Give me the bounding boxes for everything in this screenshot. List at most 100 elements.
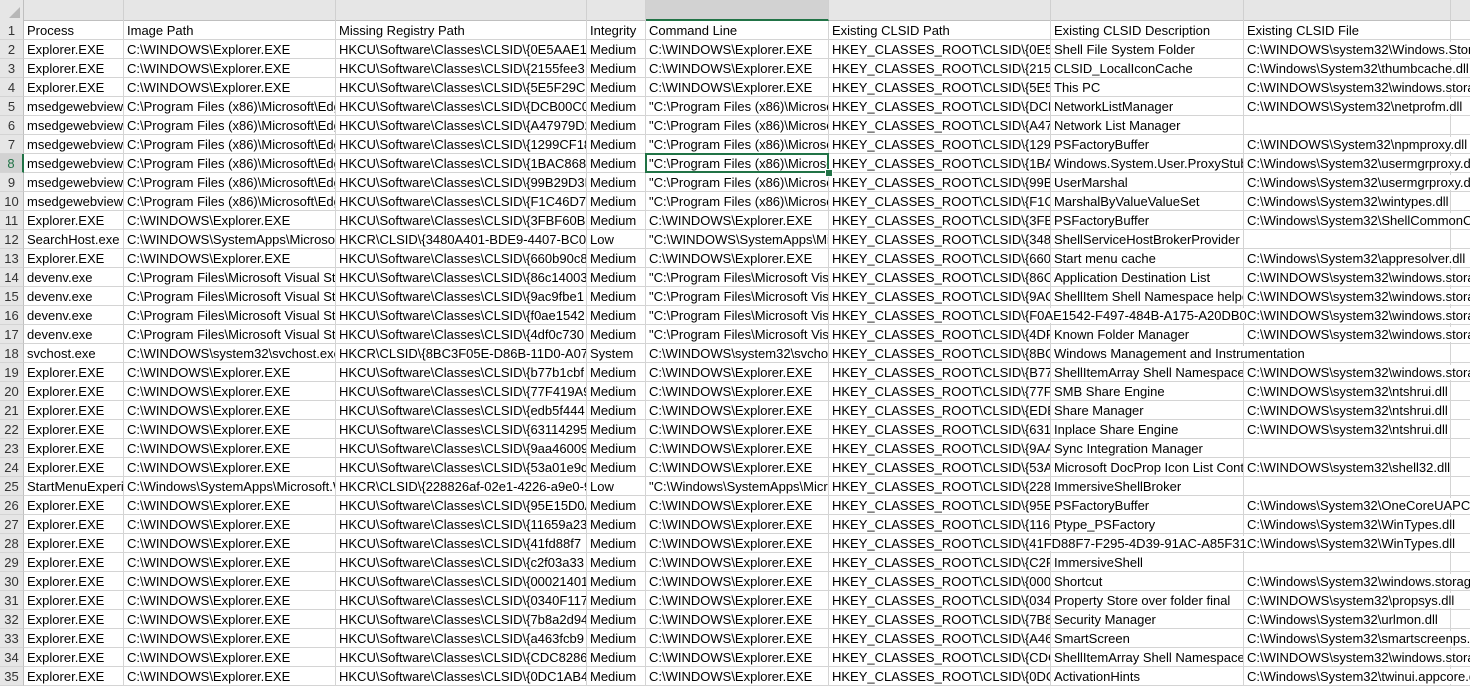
table-cell[interactable]: Explorer.EXE (24, 40, 124, 59)
table-cell[interactable] (1451, 610, 1470, 629)
table-cell[interactable]: C:\Program Files (x86)\Microsoft\EdgeWeb… (124, 154, 336, 173)
column-header-g[interactable] (1051, 0, 1244, 21)
table-cell[interactable]: C:\WINDOWS\System32\npmproxy.dll (1244, 135, 1468, 154)
table-cell[interactable]: HKCU\Software\Classes\CLSID\{9aa46009 (336, 439, 587, 458)
table-cell[interactable]: Explorer.EXE (24, 382, 124, 401)
table-cell[interactable]: Low (587, 230, 646, 249)
table-cell[interactable]: C:\Windows\System32\WinTypes.dll (1244, 515, 1456, 534)
table-cell[interactable]: C:\WINDOWS\Explorer.EXE (124, 40, 336, 59)
table-cell[interactable] (1451, 192, 1470, 211)
table-cell[interactable]: HKCU\Software\Classes\CLSID\{7b8a2d94 (336, 610, 587, 629)
table-cell[interactable]: C:\WINDOWS\Explorer.EXE (646, 401, 829, 420)
table-cell[interactable]: HKCU\Software\Classes\CLSID\{CDC82860 (336, 648, 587, 667)
table-cell[interactable]: C:\WINDOWS\Explorer.EXE (646, 515, 829, 534)
table-cell[interactable]: "C:\Program Files\Microsoft Visual (646, 287, 829, 306)
table-cell[interactable]: devenv.exe (24, 287, 124, 306)
table-cell[interactable]: Sync Integration Manager (1051, 439, 1244, 458)
column-header[interactable] (1451, 0, 1470, 21)
table-cell[interactable]: HKCR\CLSID\{8BC3F05E-D86B-11D0-A075- (336, 344, 587, 363)
table-cell[interactable]: Medium (587, 420, 646, 439)
table-cell[interactable]: C:\WINDOWS\system32\svchost.exe (646, 344, 829, 363)
table-cell[interactable]: C:\WINDOWS\system32\windows.storage.dll (1244, 648, 1470, 667)
table-cell[interactable] (1451, 382, 1470, 401)
table-cell[interactable]: Network List Manager (1051, 116, 1244, 135)
table-cell[interactable]: HKCU\Software\Classes\CLSID\{2155fee3 (336, 59, 587, 78)
table-cell[interactable]: ShellServiceHostBrokerProvider (1051, 230, 1244, 249)
table-cell[interactable]: "C:\Program Files (x86)\Microsoft (646, 97, 829, 116)
column-header-c[interactable] (336, 0, 587, 21)
header-cell[interactable]: Integrity (587, 21, 646, 40)
table-cell[interactable]: C:\WINDOWS\system32\ntshrui.dll (1244, 401, 1451, 420)
table-cell[interactable]: Medium (587, 572, 646, 591)
header-cell[interactable] (1451, 21, 1470, 40)
table-cell[interactable]: C:\WINDOWS\Explorer.EXE (124, 439, 336, 458)
table-cell[interactable]: C:\WINDOWS\Explorer.EXE (124, 610, 336, 629)
table-cell[interactable]: Medium (587, 401, 646, 420)
table-cell[interactable]: HKCU\Software\Classes\CLSID\{41fd88f7 (336, 534, 587, 553)
table-cell[interactable]: msedgewebview2.exe (24, 154, 124, 173)
table-cell[interactable]: C:\WINDOWS\system32\Windows.Storage.dll (1244, 40, 1470, 59)
table-cell[interactable]: Explorer.EXE (24, 629, 124, 648)
table-cell[interactable]: Known Folder Manager (1051, 325, 1244, 344)
table-cell[interactable]: Medium (587, 78, 646, 97)
table-cell[interactable]: "C:\Program Files\Microsoft Visual (646, 268, 829, 287)
table-cell[interactable]: HKEY_CLASSES_ROOT\CLSID\{5E5F29 (829, 78, 1051, 97)
table-cell[interactable]: HKEY_CLASSES_ROOT\CLSID\{0340F1 (829, 591, 1051, 610)
table-cell[interactable]: HKEY_CLASSES_ROOT\CLSID\{EDB5F4 (829, 401, 1051, 420)
row-header[interactable]: 18 (0, 344, 24, 363)
table-cell[interactable]: Explorer.EXE (24, 439, 124, 458)
table-cell[interactable]: C:\WINDOWS\Explorer.EXE (646, 363, 829, 382)
table-cell[interactable]: HKEY_CLASSES_ROOT\CLSID\{95E15D (829, 496, 1051, 515)
table-cell[interactable]: C:\WINDOWS\Explorer.EXE (646, 59, 829, 78)
header-cell[interactable]: Existing CLSID Description (1051, 21, 1244, 40)
table-cell[interactable]: Medium (587, 116, 646, 135)
spreadsheet-grid[interactable]: 1 Process Image Path Missing Registry Path I… (0, 0, 1470, 688)
table-cell[interactable]: msedgewebview2.exe (24, 135, 124, 154)
row-header[interactable]: 15 (0, 287, 24, 306)
table-cell[interactable]: C:\Windows\System32\usermgrproxy.dll (1244, 154, 1470, 173)
header-cell[interactable]: Existing CLSID Path (829, 21, 1051, 40)
row-header[interactable]: 7 (0, 135, 24, 154)
table-cell[interactable]: Low (587, 477, 646, 496)
table-cell[interactable]: Medium (587, 629, 646, 648)
table-cell[interactable]: C:\Program Files (x86)\Microsoft\EdgeWeb… (124, 135, 336, 154)
table-cell[interactable] (1451, 420, 1470, 439)
table-cell[interactable]: Explorer.EXE (24, 496, 124, 515)
table-cell[interactable] (1244, 553, 1451, 572)
table-cell[interactable]: HKEY_CLASSES_ROOT\CLSID\{B77B1C (829, 363, 1051, 382)
row-header[interactable]: 20 (0, 382, 24, 401)
table-cell[interactable]: HKCU\Software\Classes\CLSID\{0DC1AB4 (336, 667, 587, 686)
table-cell[interactable]: C:\Program Files\Microsoft Visual Studio (124, 287, 336, 306)
table-cell[interactable]: HKCU\Software\Classes\CLSID\{63114295 (336, 420, 587, 439)
column-header-b[interactable] (124, 0, 336, 21)
table-cell[interactable]: devenv.exe (24, 268, 124, 287)
table-cell[interactable]: C:\WINDOWS\system32\svchost.exe (124, 344, 336, 363)
row-header[interactable]: 11 (0, 211, 24, 230)
table-cell[interactable]: Medium (587, 135, 646, 154)
table-cell[interactable]: Share Manager (1051, 401, 1244, 420)
table-cell[interactable]: HKCU\Software\Classes\CLSID\{00021401 (336, 572, 587, 591)
table-cell[interactable]: HKEY_CLASSES_ROOT\CLSID\{77F419 (829, 382, 1051, 401)
table-cell[interactable]: ImmersiveShellBroker (1051, 477, 1244, 496)
table-cell[interactable]: msedgewebview2.exe (24, 116, 124, 135)
table-cell[interactable]: ShellItem Shell Namespace helper (1051, 287, 1244, 306)
table-cell[interactable]: Explorer.EXE (24, 534, 124, 553)
table-cell[interactable] (1451, 553, 1470, 572)
table-cell[interactable]: C:\Program Files\Microsoft Visual Studio (124, 306, 336, 325)
header-cell[interactable]: Missing Registry Path (336, 21, 587, 40)
table-cell[interactable]: Microsoft DocProp Icon List Control (1051, 458, 1244, 477)
table-cell[interactable]: "C:\Windows\SystemApps\Microsoft (646, 477, 829, 496)
table-cell[interactable]: Windows Management and Instrumentation (1051, 344, 1305, 363)
row-header[interactable]: 4 (0, 78, 24, 97)
table-cell[interactable]: C:\WINDOWS\Explorer.EXE (646, 591, 829, 610)
table-cell[interactable]: "C:\Program Files (x86)\Microsoft (646, 154, 829, 173)
table-cell[interactable]: C:\WINDOWS\Explorer.EXE (646, 534, 829, 553)
table-cell[interactable]: Medium (587, 211, 646, 230)
table-cell[interactable]: HKCU\Software\Classes\CLSID\{11659a23 (336, 515, 587, 534)
table-cell[interactable]: Medium (587, 249, 646, 268)
table-cell[interactable]: C:\WINDOWS\Explorer.EXE (124, 59, 336, 78)
table-cell[interactable]: C:\WINDOWS\Explorer.EXE (124, 648, 336, 667)
table-cell[interactable] (1451, 230, 1470, 249)
table-cell[interactable]: Explorer.EXE (24, 667, 124, 686)
table-cell[interactable]: C:\WINDOWS\Explorer.EXE (646, 78, 829, 97)
